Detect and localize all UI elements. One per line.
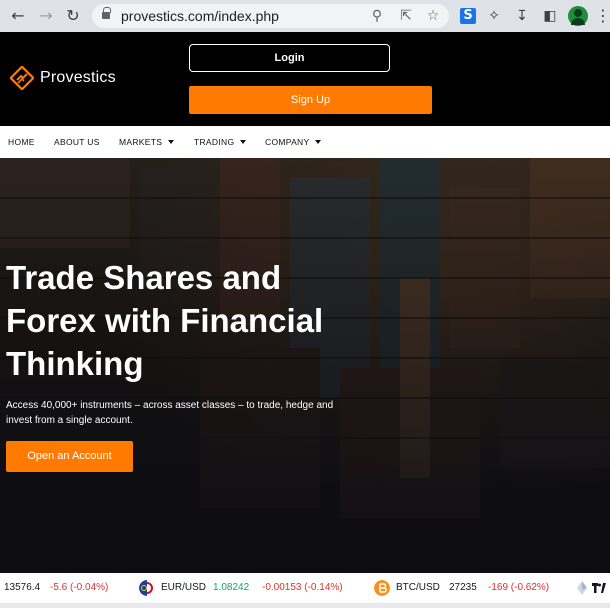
zoom-icon[interactable]: ⚲ xyxy=(368,7,386,25)
nav-label: ABOUT US xyxy=(54,137,100,147)
signup-button[interactable]: Sign Up xyxy=(189,86,432,114)
back-arrow-icon[interactable]: ← xyxy=(8,6,28,26)
main-nav: HOME ABOUT US MARKETS TRADING COMPANY xyxy=(0,126,610,158)
ticker-change[interactable]: -5.6 (-0.04%) xyxy=(50,582,108,593)
download-icon[interactable]: ↧ xyxy=(512,6,532,26)
login-button[interactable]: Login xyxy=(189,44,390,72)
hero-section: Trade Shares and Forex with Financial Th… xyxy=(0,158,610,573)
tradingview-logo-icon[interactable] xyxy=(592,583,606,593)
nav-item-about-us[interactable]: ABOUT US xyxy=(54,137,100,147)
hero-subtitle: Access 40,000+ instruments – across asse… xyxy=(6,400,334,426)
logo-text[interactable]: Provestics xyxy=(40,69,116,87)
open-account-button[interactable]: Open an Account xyxy=(6,441,133,472)
hero-title-line: Forex with Financial xyxy=(6,302,324,339)
ticker-symbol[interactable]: EUR/USD xyxy=(161,582,206,593)
address-bar[interactable]: provestics.com/index.php ⚲ ⇱ ☆ xyxy=(92,4,449,28)
hero-title-line: Thinking xyxy=(6,345,144,382)
ticker-price[interactable]: 1.08242 xyxy=(213,582,249,593)
ticker-change[interactable]: -169 (-0.62%) xyxy=(488,582,549,593)
extension-s-icon[interactable]: S xyxy=(460,8,476,24)
price-ticker: 13576.4 -5.6 (-0.04%) EUR/USD 1.08242 -0… xyxy=(0,573,610,603)
ticker-price[interactable]: 27235 xyxy=(449,582,477,593)
nav-label: COMPANY xyxy=(265,137,310,147)
site-header: Provestics Login Sign Up xyxy=(0,32,610,126)
side-panel-icon[interactable]: ◧ xyxy=(540,6,560,26)
caret-down-icon xyxy=(240,140,247,144)
nav-label: HOME xyxy=(8,137,35,147)
share-icon[interactable]: ⇱ xyxy=(397,7,415,25)
extensions-puzzle-icon[interactable]: ✧ xyxy=(484,6,504,26)
bitcoin-icon xyxy=(374,580,390,596)
caret-down-icon xyxy=(315,140,322,144)
nav-item-trading[interactable]: TRADING xyxy=(194,137,247,147)
menu-kebab-icon[interactable]: ⋮ xyxy=(595,6,610,25)
ticker-price[interactable]: 13576.4 xyxy=(4,582,40,593)
nav-item-home[interactable]: HOME xyxy=(8,137,35,147)
bottom-scrollbar[interactable] xyxy=(0,603,610,608)
nav-label: TRADING xyxy=(194,137,235,147)
url-text[interactable]: provestics.com/index.php xyxy=(121,8,279,24)
ticker-symbol[interactable]: BTC/USD xyxy=(396,582,440,593)
caret-down-icon xyxy=(168,140,175,144)
hero-title: Trade Shares and Forex with Financial Th… xyxy=(6,256,346,385)
nav-item-markets[interactable]: MARKETS xyxy=(119,137,175,147)
provestics-logo-icon[interactable] xyxy=(10,66,34,90)
eu-us-flag-icon xyxy=(139,580,155,596)
reload-icon[interactable]: ↻ xyxy=(63,6,83,26)
profile-avatar-icon[interactable] xyxy=(568,6,588,26)
hero-title-line: Trade Shares and xyxy=(6,259,282,296)
ticker-change[interactable]: -0.00153 (-0.14%) xyxy=(262,582,343,593)
nav-label: MARKETS xyxy=(119,137,163,147)
lock-icon[interactable] xyxy=(102,7,111,20)
nav-item-company[interactable]: COMPANY xyxy=(265,137,322,147)
browser-toolbar: ← → ↻ provestics.com/index.php ⚲ ⇱ ☆ S ✧… xyxy=(0,0,610,32)
bookmark-star-icon[interactable]: ☆ xyxy=(424,7,442,25)
eth-diamond-icon xyxy=(577,581,587,595)
forward-arrow-icon[interactable]: → xyxy=(36,6,56,26)
